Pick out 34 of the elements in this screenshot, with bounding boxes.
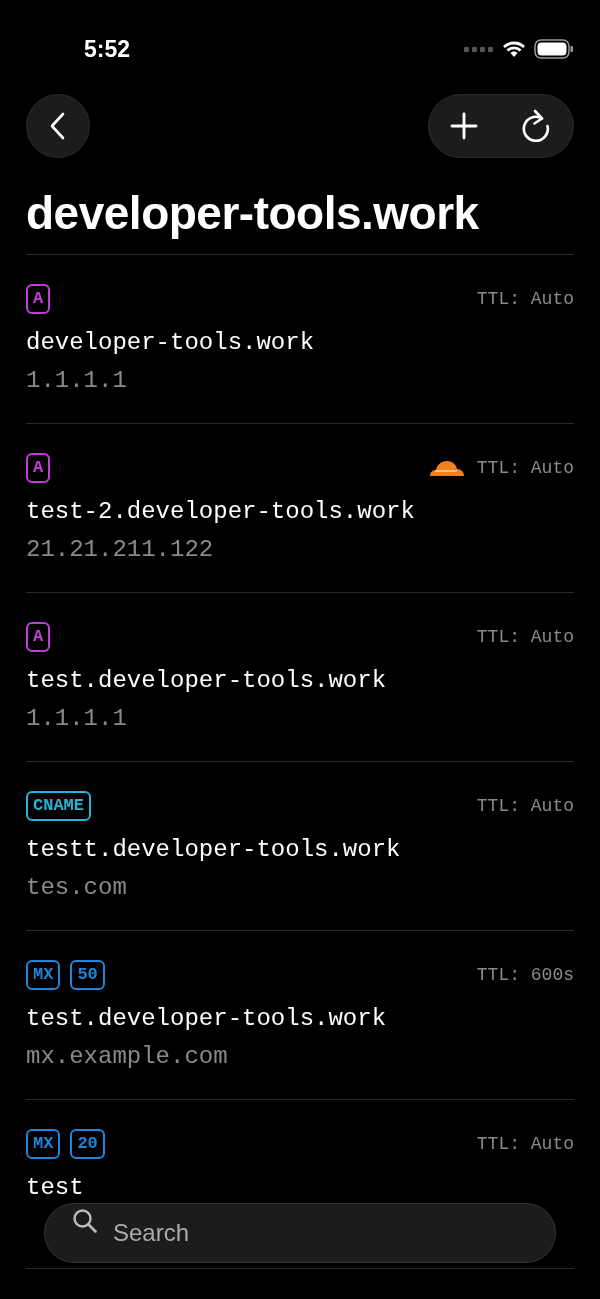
record-name: test.developer-tools.work: [26, 1004, 388, 1034]
ttl-label: TTL: 600s: [476, 965, 574, 985]
record-value: mx.example.com: [26, 1042, 229, 1072]
record-value: tes.com: [26, 873, 128, 903]
record-type-tag: A: [26, 453, 51, 483]
status-time: 5:52: [84, 35, 131, 63]
record-value: 1.1.1.1: [26, 366, 128, 396]
refresh-icon: [520, 109, 552, 143]
ttl-label: TTL: Auto: [476, 627, 574, 647]
record-type-tag: A: [26, 284, 51, 314]
record-type-tag: MX: [26, 960, 61, 990]
record-value: 21.21.211.122: [26, 535, 215, 565]
record-value: 1.1.1.1: [26, 704, 128, 734]
search-field[interactable]: Search: [44, 1203, 556, 1263]
record-type-tag: MX: [26, 1129, 61, 1159]
page-title: developer-tools.work: [26, 186, 480, 241]
record-name: developer-tools.work: [26, 328, 316, 358]
ttl-label: TTL: Auto: [476, 796, 574, 816]
record-name: test.developer-tools.work: [26, 666, 388, 696]
record-name: test-2.developer-tools.work: [26, 497, 416, 527]
search-icon: [72, 1208, 98, 1234]
record-name: testt.developer-tools.work: [26, 835, 402, 865]
ttl-label: TTL: Auto: [476, 1134, 574, 1154]
ttl-label: TTL: Auto: [476, 458, 574, 478]
signal-icon: [464, 45, 494, 53]
record-type-tag: 20: [70, 1129, 105, 1159]
record-type-tag: A: [26, 622, 51, 652]
wifi-icon: [502, 40, 526, 58]
ttl-label: TTL: Auto: [476, 289, 574, 309]
battery-icon: [534, 39, 574, 59]
plus-icon: [450, 112, 478, 140]
record-type-tag: CNAME: [26, 791, 91, 821]
record-type-tag: 50: [70, 960, 105, 990]
record-name: test: [26, 1173, 85, 1203]
